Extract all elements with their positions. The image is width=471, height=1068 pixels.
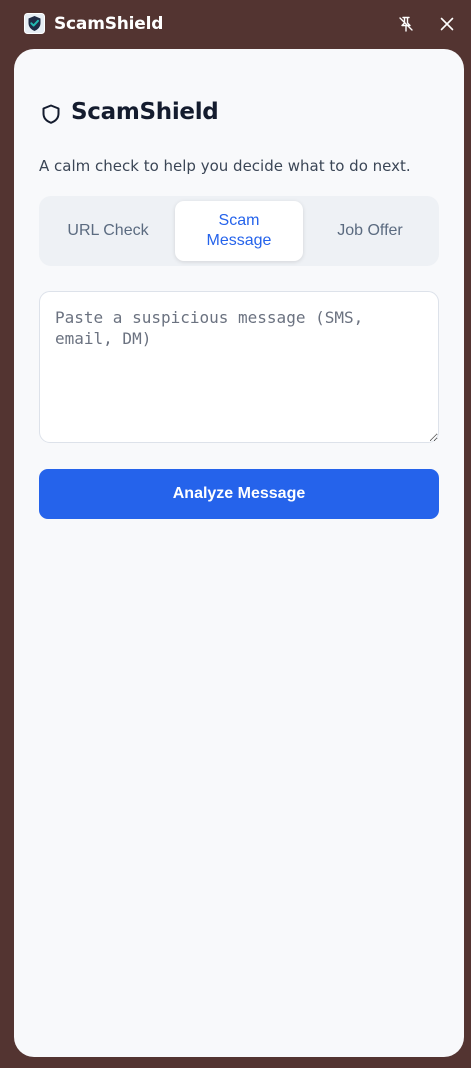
page-heading: ScamShield — [40, 99, 219, 125]
window-titlebar: ScamShield — [0, 0, 471, 48]
close-icon[interactable] — [435, 12, 459, 36]
analyze-message-button[interactable]: Analyze Message — [39, 469, 439, 519]
tab-url-check[interactable]: URL Check — [44, 201, 172, 261]
message-input[interactable] — [39, 291, 439, 443]
page-subtitle: A calm check to help you decide what to … — [39, 157, 411, 175]
shield-check-icon — [24, 13, 45, 34]
page-title: ScamShield — [71, 99, 219, 125]
main-panel: ScamShield A calm check to help you deci… — [14, 49, 464, 1057]
check-type-tabs: URL Check Scam Message Job Offer — [39, 196, 439, 266]
tab-scam-message[interactable]: Scam Message — [175, 201, 303, 261]
window-title: ScamShield — [54, 14, 164, 34]
tab-job-offer[interactable]: Job Offer — [306, 201, 434, 261]
shield-icon — [40, 103, 62, 125]
pin-off-icon[interactable] — [394, 12, 418, 36]
